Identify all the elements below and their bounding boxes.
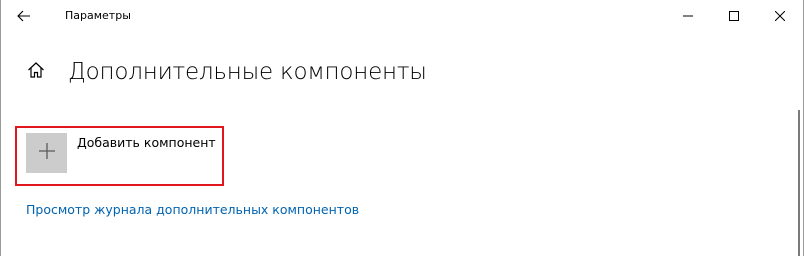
close-button[interactable] [757,0,803,30]
maximize-icon [729,6,739,25]
feature-history-link[interactable]: Просмотр журнала дополнительных компонен… [26,202,359,218]
home-button[interactable] [25,60,47,84]
settings-window: Параметры Дополнительные компоненты Доба… [0,0,804,256]
maximize-button[interactable] [711,0,757,30]
title-bar: Параметры [1,0,803,32]
scrollbar[interactable] [798,110,800,256]
app-title: Параметры [65,9,131,22]
close-icon [774,6,786,25]
add-feature-button[interactable]: Добавить компонент [26,133,216,173]
add-feature-label: Добавить компонент [77,135,216,150]
home-icon [27,61,45,83]
page-title: Дополнительные компоненты [68,59,427,85]
back-arrow-icon [17,7,31,26]
plus-icon [38,142,56,164]
minimize-icon [683,6,693,25]
minimize-button[interactable] [665,0,711,30]
back-button[interactable] [9,2,39,30]
add-feature-tile[interactable] [26,133,67,173]
